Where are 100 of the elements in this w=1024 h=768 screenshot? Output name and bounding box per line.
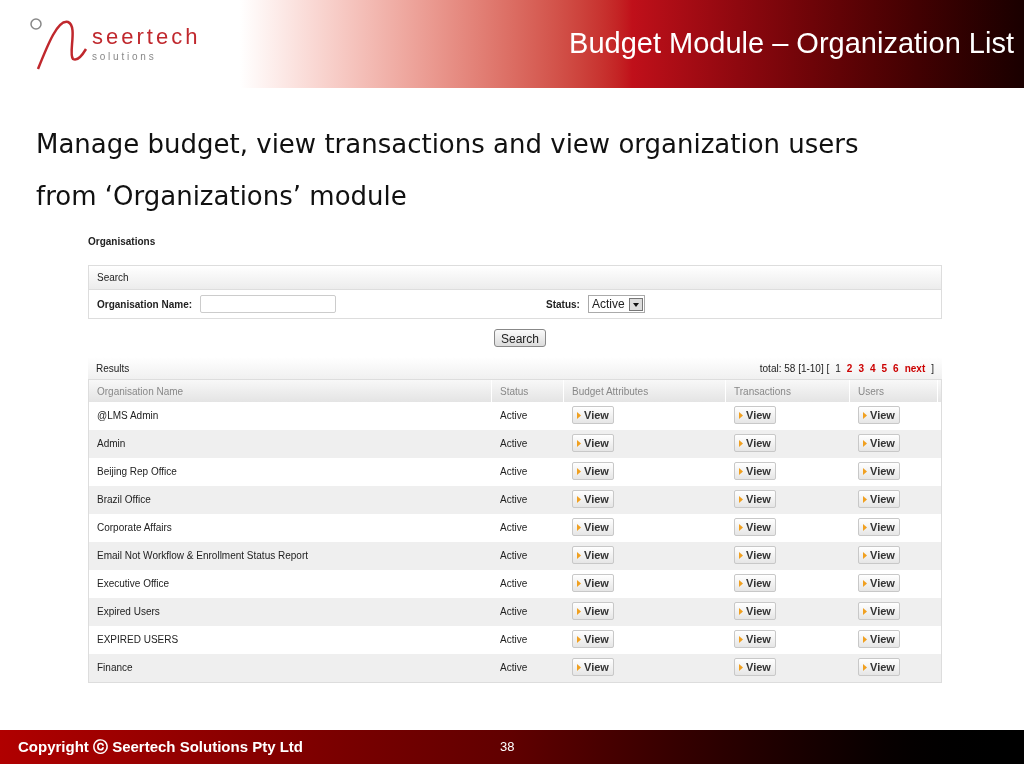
triangle-icon [863, 439, 867, 447]
view-button[interactable]: View [572, 490, 614, 508]
triangle-icon [739, 495, 743, 503]
view-button[interactable]: View [858, 546, 900, 564]
page-link[interactable]: 6 [893, 360, 899, 376]
view-button[interactable]: View [734, 630, 776, 648]
table-cell-text: Expired Users [96, 605, 161, 619]
view-button[interactable]: View [734, 602, 776, 620]
table-cell-text: Active [499, 521, 529, 535]
triangle-icon [739, 523, 743, 531]
view-button[interactable]: View [572, 574, 614, 592]
view-button[interactable]: View [734, 658, 776, 676]
triangle-icon [863, 495, 867, 503]
triangle-icon [863, 635, 867, 643]
page-link[interactable]: 2 [846, 360, 853, 376]
view-button[interactable]: View [858, 406, 900, 424]
view-button[interactable]: View [572, 602, 614, 620]
view-button[interactable]: View [858, 630, 900, 648]
triangle-icon [739, 467, 743, 475]
logo-wordmark: seertech [92, 26, 201, 48]
table-cell-text: Finance [96, 661, 134, 675]
view-button[interactable]: View [858, 602, 900, 620]
next-link[interactable]: next [904, 360, 926, 376]
page-heading: Organisations [88, 235, 157, 249]
triangle-icon [739, 635, 743, 643]
triangle-icon [863, 551, 867, 559]
results-heading: Results [96, 361, 130, 376]
triangle-icon [577, 495, 581, 503]
triangle-icon [577, 523, 581, 531]
table-cell-text: Beijing Rep Office [96, 465, 178, 479]
view-button[interactable]: View [572, 546, 614, 564]
view-button[interactable]: View [572, 462, 614, 480]
triangle-icon [577, 439, 581, 447]
copyright-text: Copyright ⓒ Seertech Solutions Pty Ltd [18, 736, 305, 757]
triangle-icon [863, 579, 867, 587]
view-button[interactable]: View [572, 630, 614, 648]
triangle-icon [577, 467, 581, 475]
triangle-icon [739, 411, 743, 419]
page-number: 38 [500, 738, 515, 757]
triangle-icon [577, 635, 581, 643]
table-cell-text: Active [499, 465, 529, 479]
view-button[interactable]: View [858, 518, 900, 536]
triangle-icon [577, 663, 581, 671]
status-dropdown[interactable]: Active [587, 295, 645, 313]
triangle-icon [739, 663, 743, 671]
table-cell-text: Active [499, 493, 529, 507]
page-link[interactable]: 5 [881, 360, 888, 376]
table-cell-text: Email Not Workflow & Enrollment Status Report [96, 549, 309, 563]
view-button[interactable]: View [734, 462, 776, 480]
triangle-icon [577, 411, 581, 419]
input-field[interactable] [200, 295, 337, 313]
table-cell-text: Brazil Office [96, 493, 152, 507]
table-cell-text: EXPIRED USERS [96, 633, 180, 647]
view-button[interactable]: View [858, 574, 900, 592]
triangle-icon [739, 439, 743, 447]
slide-title: Budget Module – Organization List [569, 26, 1014, 62]
triangle-icon [863, 663, 867, 671]
bracket-text: ] [931, 361, 934, 376]
view-button[interactable]: View [734, 518, 776, 536]
view-button[interactable]: View [572, 406, 614, 424]
table-cell-text: Executive Office [96, 577, 171, 591]
triangle-icon [739, 607, 743, 615]
view-button[interactable]: View [858, 462, 900, 480]
table-cell-text: Active [499, 661, 529, 675]
logo-tagline: s o l u t i o n s [92, 52, 155, 62]
table-cell-text: Active [499, 577, 529, 591]
field-label: Status: [546, 297, 580, 312]
table-cell-text: Active [499, 409, 529, 423]
triangle-icon [577, 551, 581, 559]
view-button[interactable]: View [572, 658, 614, 676]
table-cell-text: Active [499, 549, 529, 563]
pagination-total: total: 58 [1-10] [ [759, 361, 830, 376]
view-button[interactable]: View [572, 434, 614, 452]
view-button[interactable]: View [734, 490, 776, 508]
triangle-icon [739, 551, 743, 559]
table-cell-text: Corporate Affairs [96, 521, 173, 535]
table-cell-text: Active [499, 437, 529, 451]
triangle-icon [863, 467, 867, 475]
view-button[interactable]: View [858, 658, 900, 676]
triangle-icon [863, 523, 867, 531]
caret-icon [628, 297, 643, 311]
triangle-icon [863, 607, 867, 615]
view-button[interactable]: View [734, 434, 776, 452]
view-button[interactable]: View [734, 574, 776, 592]
triangle-icon [863, 411, 867, 419]
view-button[interactable]: View [572, 518, 614, 536]
triangle-icon [577, 607, 581, 615]
search-button[interactable]: Search [494, 329, 546, 347]
table-cell-text: Active [499, 605, 529, 619]
triangle-icon [577, 579, 581, 587]
table-cell-text: Active [499, 633, 529, 647]
intro-text: Manage budget, view transactions and view organization users from ‘Organizations’ module [35, 128, 860, 213]
view-button[interactable]: View [734, 406, 776, 424]
view-button[interactable]: View [734, 546, 776, 564]
view-button[interactable]: View [858, 490, 900, 508]
page-link[interactable]: 1 [835, 360, 841, 376]
page-link[interactable]: 4 [869, 360, 876, 376]
view-button[interactable]: View [858, 434, 900, 452]
page-link[interactable]: 3 [858, 360, 864, 376]
table-cell-text: @LMS Admin [96, 409, 160, 423]
